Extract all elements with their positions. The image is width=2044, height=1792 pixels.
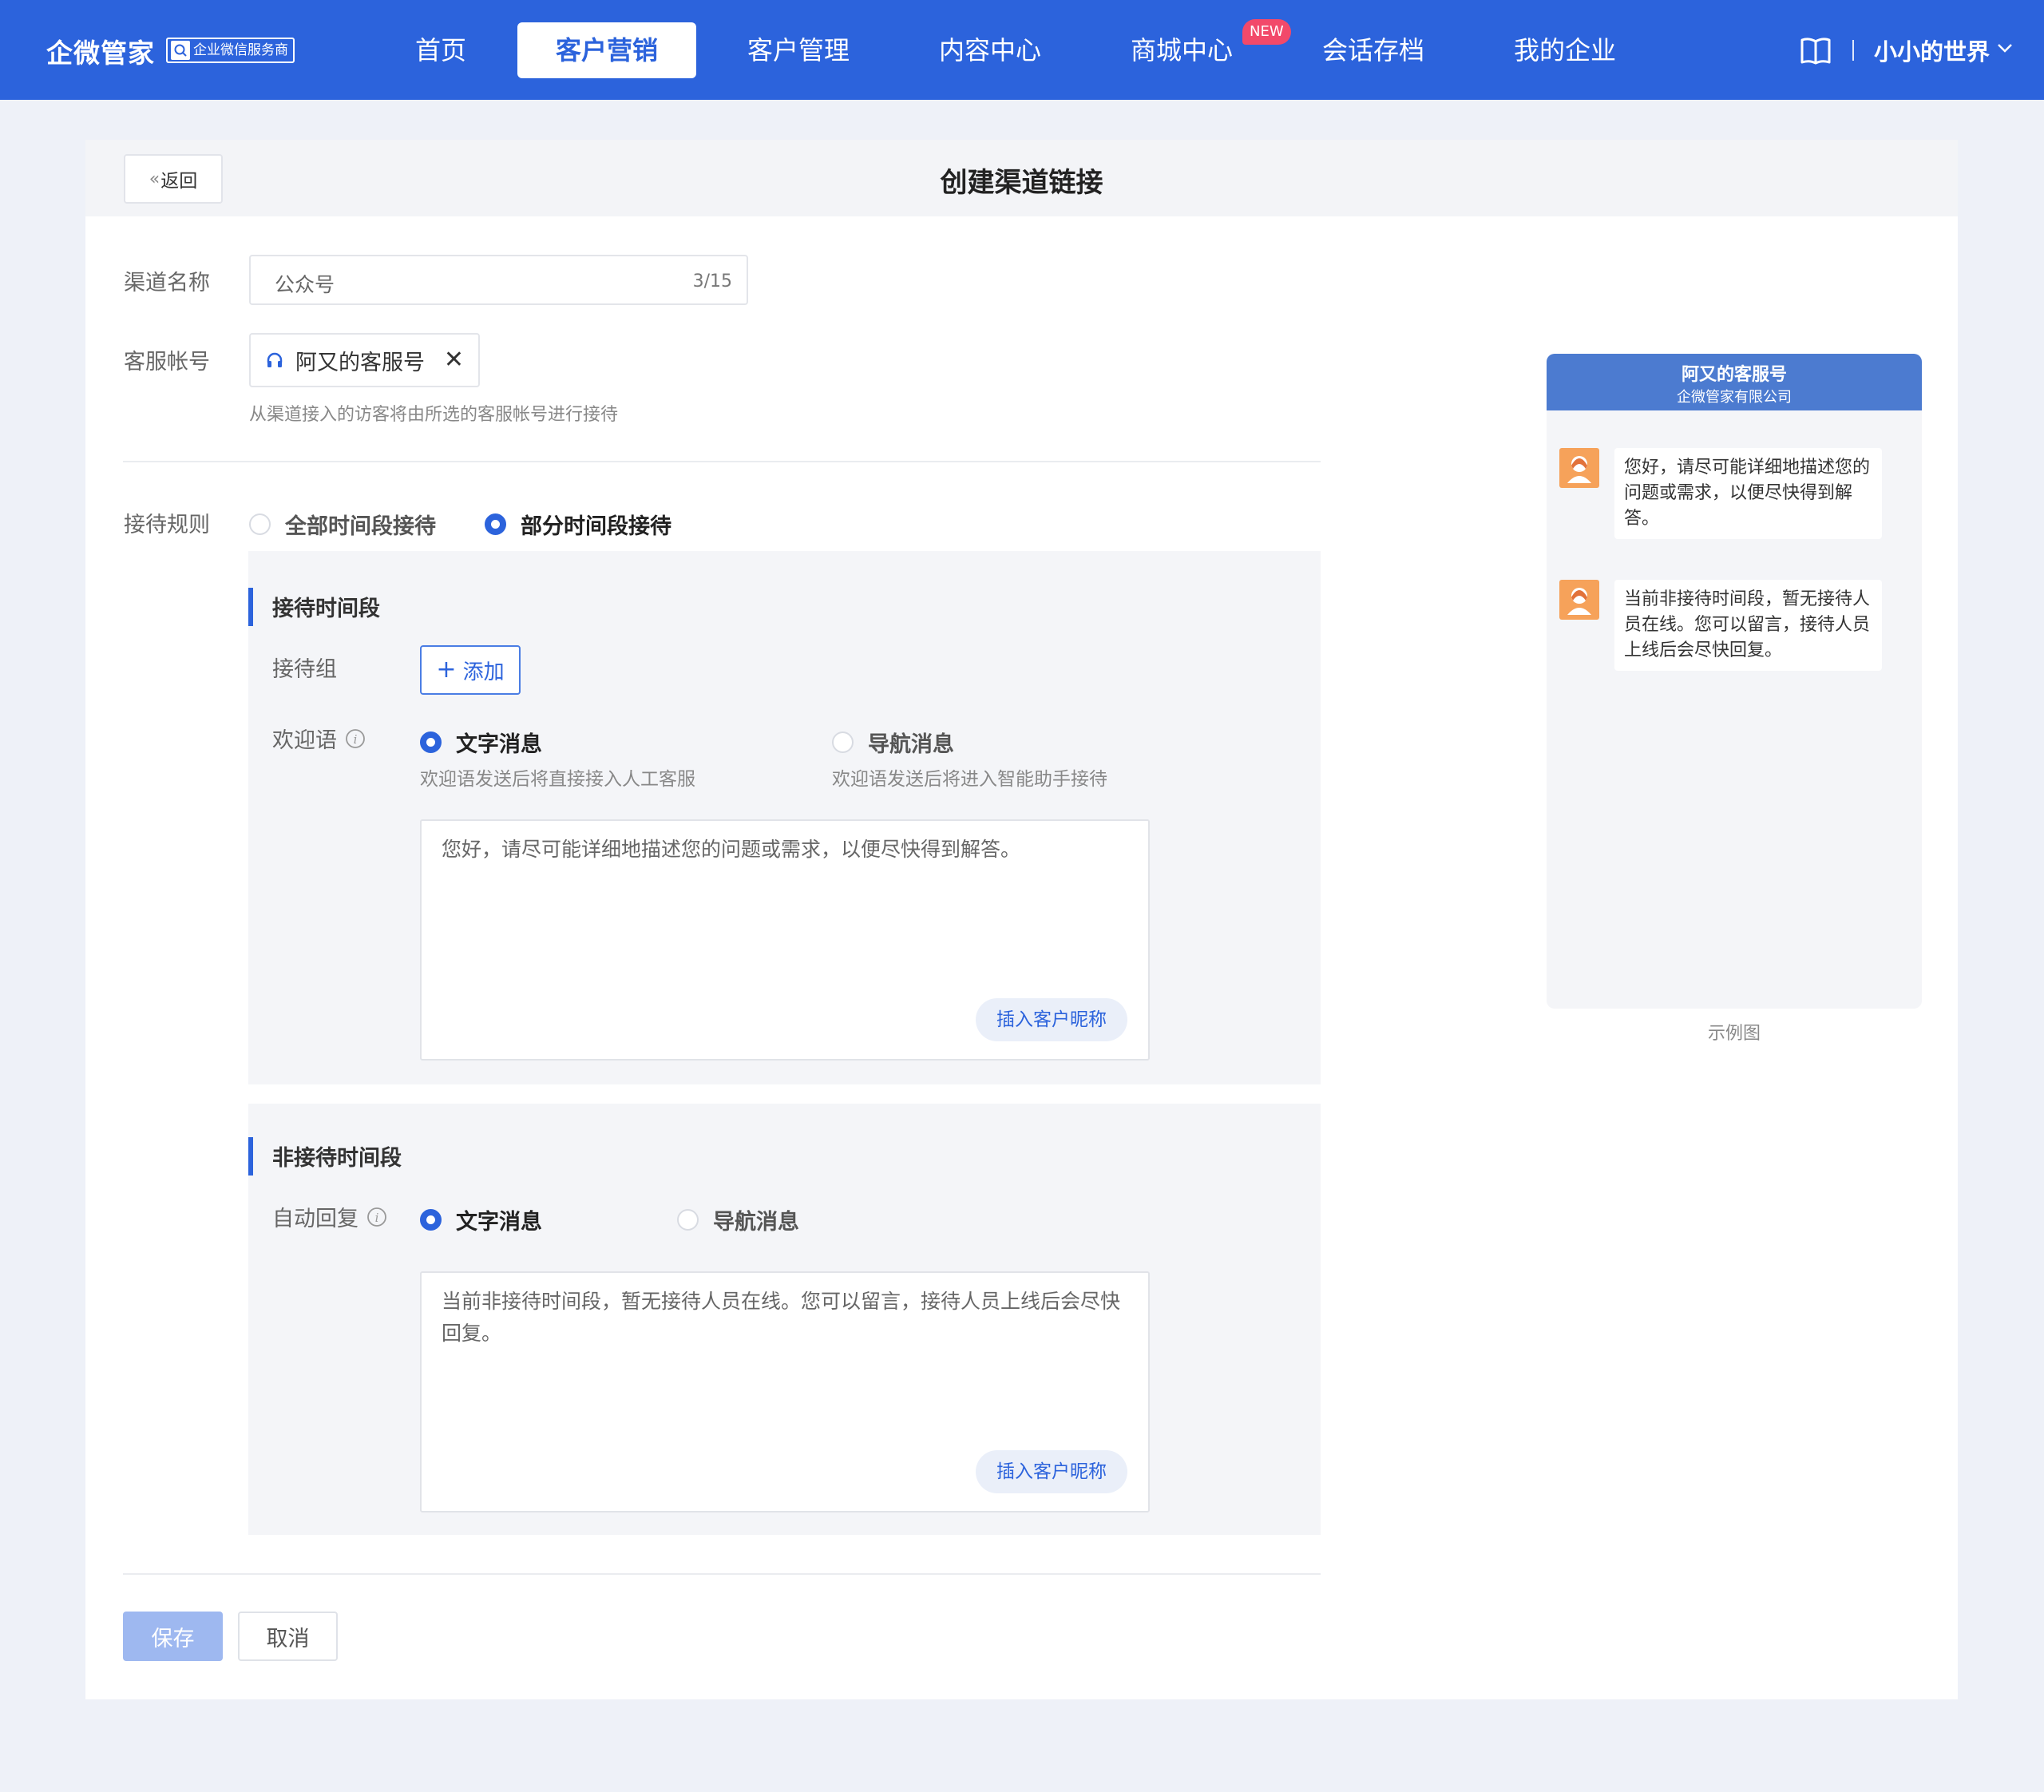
reception-period-title: 接待时间段 — [272, 597, 380, 621]
nav-content-center[interactable]: 内容中心 — [926, 22, 1054, 78]
radio-circle — [677, 1209, 699, 1231]
welcome-label-text: 欢迎语 — [272, 728, 337, 753]
chat-preview: 阿又的客服号 企微管家有限公司 您好，请尽可能详细地描述您的问题或需求，以便尽快… — [1547, 354, 1922, 1009]
radio-circle-selected — [420, 1209, 442, 1231]
insert-nickname-button[interactable]: 插入客户昵称 — [976, 998, 1127, 1041]
radio-partial-time-label: 部分时间段接待 — [521, 514, 671, 539]
service-account-tag[interactable]: 阿又的客服号 ✕ — [249, 333, 480, 387]
non-reception-period-panel: 非接待时间段 自动回复 i 文字消息 导航消息 当前非接待时间段，暂无接待人员在… — [248, 1104, 1321, 1535]
new-badge: NEW — [1242, 19, 1291, 45]
welcome-message-text: 您好，请尽可能详细地描述您的问题或需求，以便尽快得到解答。 — [442, 838, 1021, 861]
radio-circle-selected — [485, 513, 506, 535]
reply-text-message-label: 文字消息 — [456, 1210, 542, 1235]
nav-divider — [1852, 40, 1854, 61]
nav-my-enterprise[interactable]: 我的企业 — [1501, 22, 1629, 78]
reception-period-panel: 接待时间段 接待组 + 添加 欢迎语 i 文字消息 导航消息 欢迎语发送后将直接… — [248, 551, 1321, 1084]
text-option-hint: 欢迎语发送后将直接接入人工客服 — [420, 769, 695, 790]
radio-circle-selected — [420, 731, 442, 753]
non-reception-period-title: 非接待时间段 — [272, 1146, 402, 1171]
add-label: 添加 — [462, 660, 505, 684]
book-icon[interactable] — [1800, 37, 1832, 69]
reply-text-message-radio[interactable]: 文字消息 — [420, 1204, 542, 1235]
service-account-name: 阿又的客服号 — [295, 350, 425, 375]
service-provider-label: 企业微信服务商 — [193, 42, 288, 58]
reception-rule-label: 接待规则 — [124, 513, 210, 537]
chevron-down-icon[interactable] — [1996, 42, 2014, 57]
preview-header: 阿又的客服号 企微管家有限公司 — [1547, 354, 1922, 410]
nav-customer-management[interactable]: 客户管理 — [735, 22, 862, 78]
avatar — [1559, 580, 1599, 620]
channel-name-label: 渠道名称 — [124, 271, 210, 295]
auto-reply-text: 当前非接待时间段，暂无接待人员在线。您可以留言，接待人员上线后会尽快回复。 — [442, 1290, 1121, 1345]
channel-name-input[interactable]: 公众号 3/15 — [249, 255, 748, 305]
channel-name-char-count: 3/15 — [692, 272, 732, 291]
section-accent-bar — [248, 1137, 253, 1176]
divider — [123, 1573, 1321, 1575]
auto-reply-textarea[interactable]: 当前非接待时间段，暂无接待人员在线。您可以留言，接待人员上线后会尽快回复。 插入… — [420, 1271, 1150, 1512]
wecom-logo-icon — [171, 41, 190, 60]
preview-message-bubble: 当前非接待时间段，暂无接待人员在线。您可以留言，接待人员上线后会尽快回复。 — [1614, 580, 1882, 671]
channel-name-value: 公众号 — [275, 273, 335, 296]
radio-circle — [249, 513, 271, 535]
welcome-label: 欢迎语 i — [272, 723, 366, 754]
headset-icon — [265, 351, 284, 370]
reception-group-text: 接待组 — [272, 657, 337, 682]
preview-caption: 示例图 — [1707, 1024, 1761, 1044]
section-accent-bar — [248, 588, 253, 626]
welcome-text-message-radio[interactable]: 文字消息 — [420, 727, 542, 758]
welcome-nav-message-radio[interactable]: 导航消息 — [832, 727, 954, 758]
reply-nav-message-radio[interactable]: 导航消息 — [677, 1204, 799, 1235]
radio-all-time[interactable]: 全部时间段接待 — [249, 509, 436, 540]
welcome-message-textarea[interactable]: 您好，请尽可能详细地描述您的问题或需求，以便尽快得到解答。 插入客户昵称 — [420, 819, 1150, 1061]
welcome-text-message-label: 文字消息 — [456, 732, 542, 757]
reception-group-label: 接待组 — [272, 652, 337, 683]
insert-nickname-button[interactable]: 插入客户昵称 — [976, 1450, 1127, 1493]
user-name[interactable]: 小小的世界 — [1874, 34, 1990, 67]
nav-mall-center[interactable]: 商城中心 — [1118, 22, 1246, 78]
nav-customer-marketing[interactable]: 客户营销 — [517, 22, 696, 78]
service-account-hint: 从渠道接入的访客将由所选的客服帐号进行接待 — [249, 405, 619, 425]
info-icon[interactable]: i — [345, 728, 366, 749]
card-header: « 返回 创建渠道链接 — [85, 140, 1958, 216]
top-navigation-bar: 企微管家 企业微信服务商 首页 客户营销 客户管理 内容中心 商城中心 NEW … — [0, 0, 2044, 100]
brand-name[interactable]: 企微管家 — [46, 32, 155, 70]
radio-all-time-label: 全部时间段接待 — [285, 514, 436, 539]
auto-reply-label-text: 自动回复 — [272, 1207, 358, 1231]
save-button[interactable]: 保存 — [123, 1612, 223, 1661]
nav-home[interactable]: 首页 — [393, 22, 489, 78]
page-title: 创建渠道链接 — [940, 167, 1103, 199]
svg-text:i: i — [375, 1211, 379, 1225]
service-provider-badge: 企业微信服务商 — [166, 38, 295, 63]
divider — [123, 461, 1321, 462]
radio-circle — [832, 731, 854, 753]
cancel-button[interactable]: 取消 — [238, 1612, 338, 1661]
auto-reply-label: 自动回复 i — [272, 1201, 387, 1232]
info-icon[interactable]: i — [366, 1207, 387, 1227]
welcome-nav-message-label: 导航消息 — [868, 732, 954, 757]
preview-message-bubble: 您好，请尽可能详细地描述您的问题或需求，以便尽快得到解答。 — [1614, 448, 1882, 539]
reply-nav-message-label: 导航消息 — [713, 1210, 799, 1235]
preview-account-name: 阿又的客服号 — [1681, 365, 1787, 385]
service-account-label: 客服帐号 — [124, 350, 210, 375]
avatar — [1559, 448, 1599, 488]
add-group-button[interactable]: + 添加 — [420, 645, 521, 695]
close-icon[interactable]: ✕ — [444, 346, 464, 374]
plus-icon: + — [436, 656, 457, 684]
svg-text:i: i — [354, 732, 358, 747]
radio-partial-time[interactable]: 部分时间段接待 — [485, 509, 671, 540]
nav-option-hint: 欢迎语发送后将进入智能助手接待 — [832, 769, 1107, 790]
preview-company-name: 企微管家有限公司 — [1677, 389, 1792, 406]
nav-session-archive[interactable]: 会话存档 — [1309, 22, 1437, 78]
